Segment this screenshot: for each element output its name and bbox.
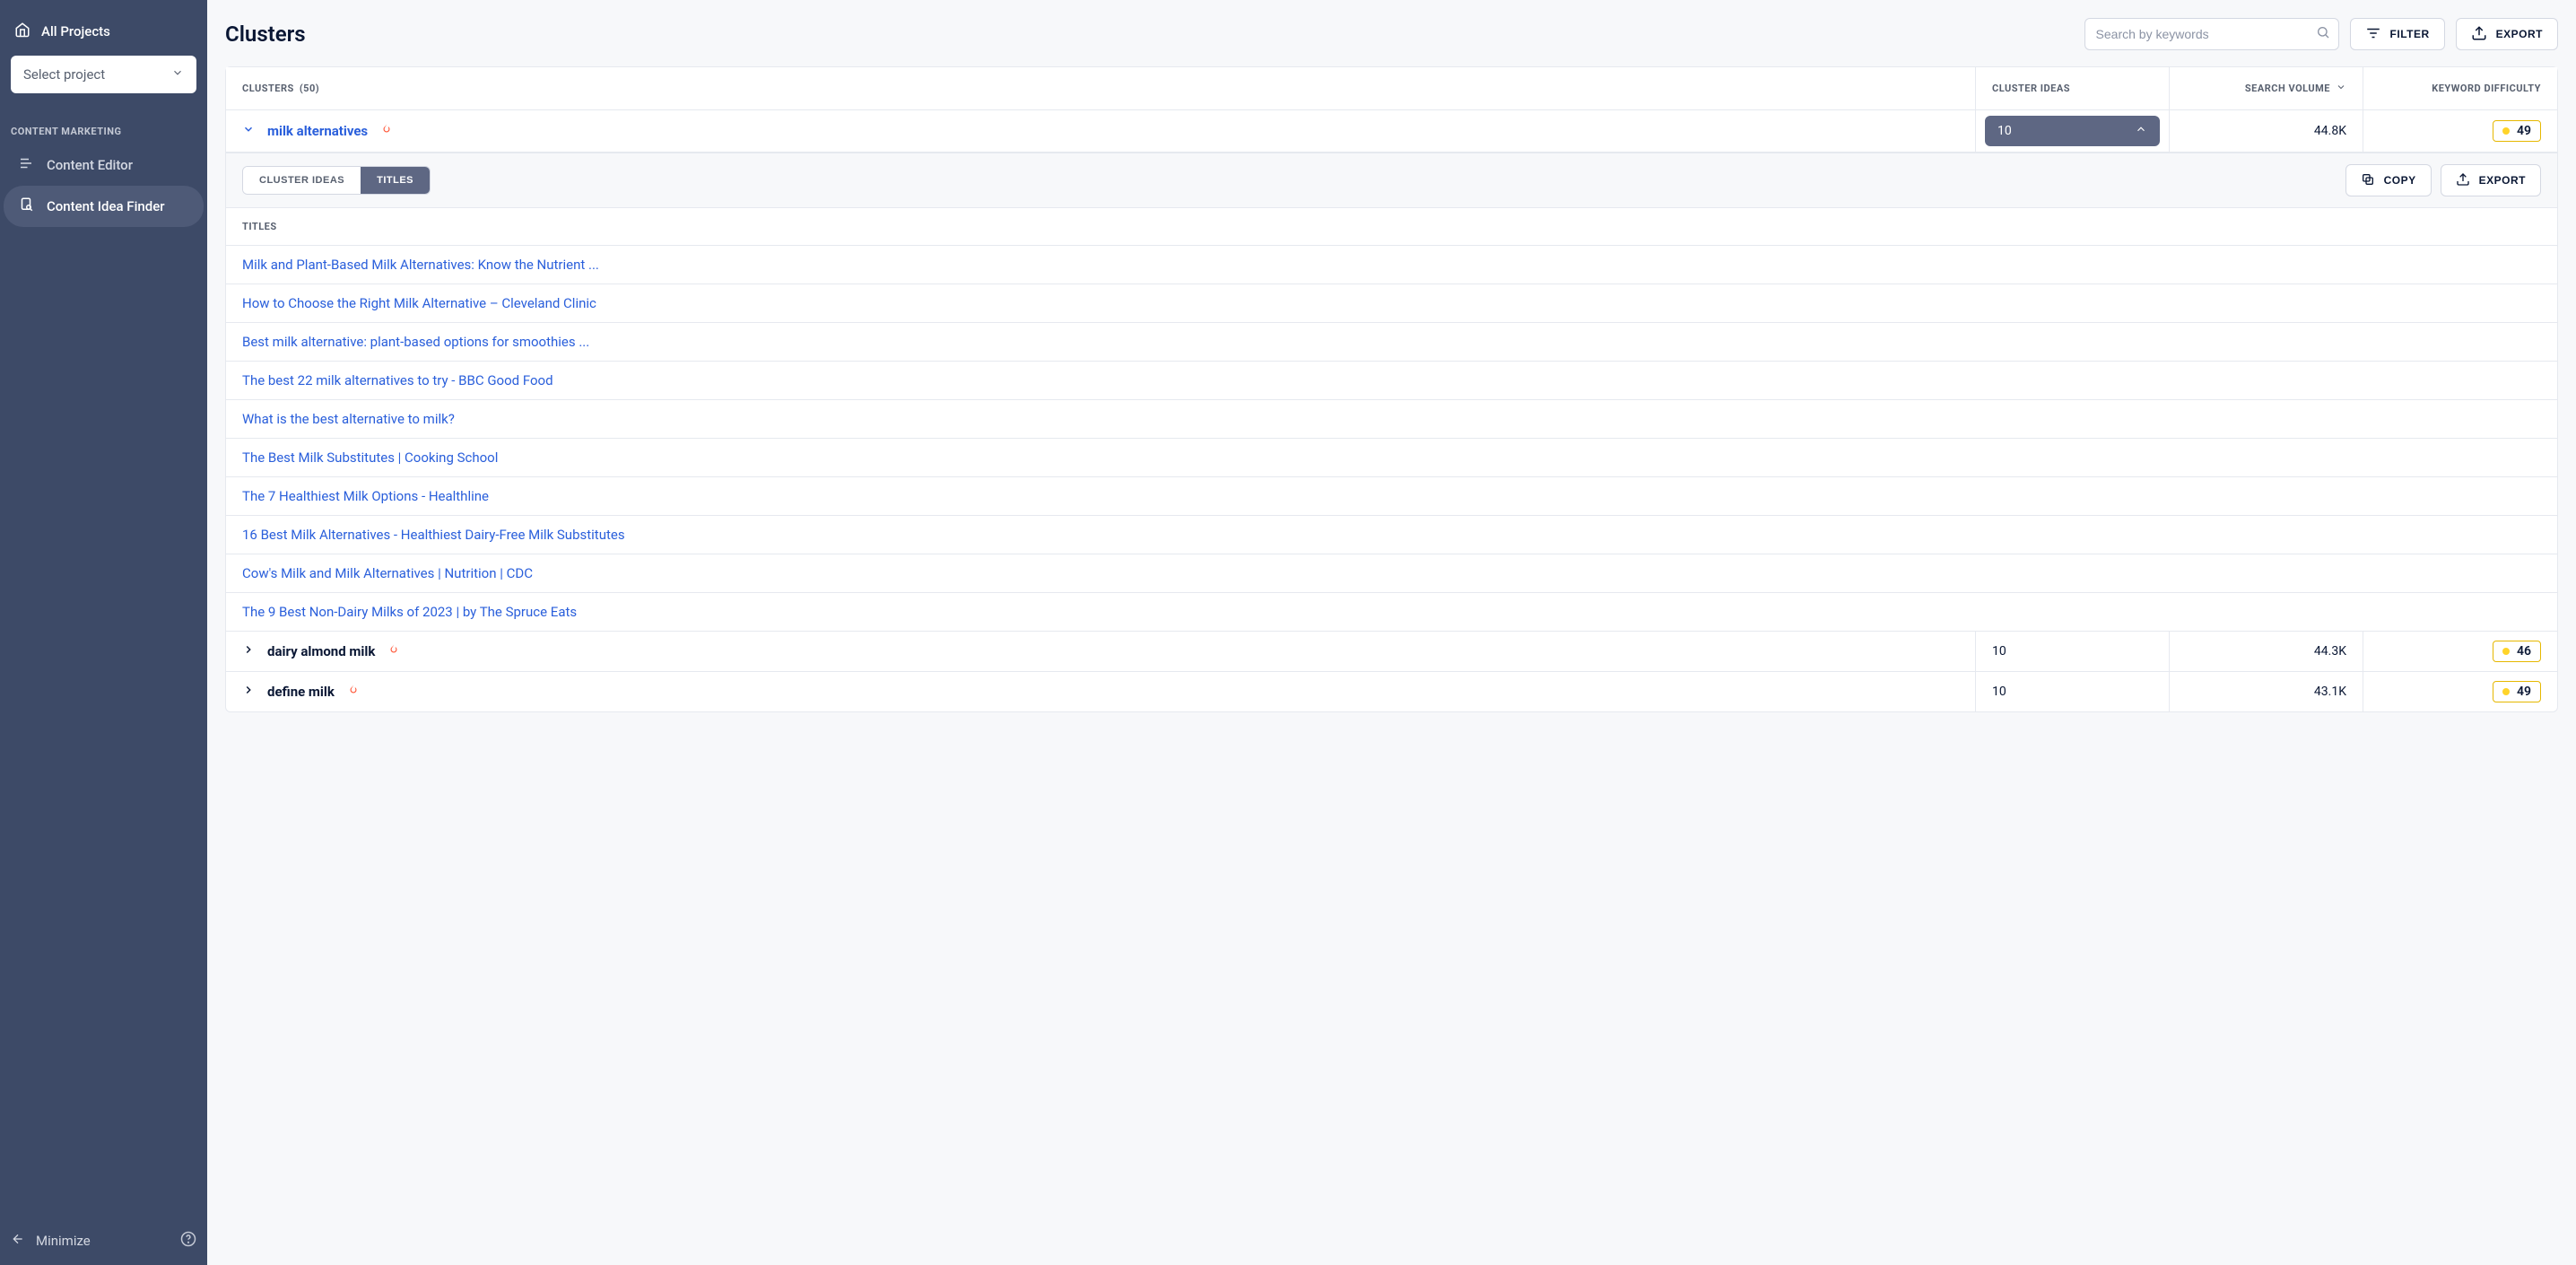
search-volume-value: 44.8K xyxy=(2170,110,2363,152)
kd-dot-icon xyxy=(2502,127,2510,135)
panel-export-label: EXPORT xyxy=(2479,174,2526,187)
title-link[interactable]: Milk and Plant-Based Milk Alternatives: … xyxy=(226,246,2557,284)
title-link[interactable]: The Best Milk Substitutes | Cooking Scho… xyxy=(226,439,2557,477)
kd-dot-icon xyxy=(2502,688,2510,695)
cluster-ideas-toggle[interactable]: 10 xyxy=(1985,637,2160,666)
sidebar: All Projects Select project CONTENT MARK… xyxy=(0,0,207,1265)
search-input[interactable] xyxy=(2084,18,2339,50)
help-icon[interactable] xyxy=(180,1231,196,1251)
arrow-left-icon xyxy=(11,1232,25,1250)
table-row: dairy almond milk 10 44.3K 46 xyxy=(226,632,2557,672)
col-clusters: CLUSTERS (50) xyxy=(226,67,1976,109)
cluster-name[interactable]: dairy almond milk xyxy=(267,643,375,659)
cluster-name[interactable]: milk alternatives xyxy=(267,123,368,139)
upload-icon xyxy=(2471,25,2487,44)
filter-label: FILTER xyxy=(2390,28,2430,40)
sidebar-item-content-idea-finder[interactable]: Content Idea Finder xyxy=(4,186,204,227)
sidebar-section-label: CONTENT MARKETING xyxy=(0,104,207,144)
col-keyword-difficulty: KEYWORD DIFFICULTY xyxy=(2363,67,2557,109)
fire-icon xyxy=(387,642,400,660)
main-content: Clusters FILTER xyxy=(207,0,2576,1265)
ideas-count: 10 xyxy=(1992,685,2006,699)
filter-icon xyxy=(2365,25,2381,44)
fire-icon xyxy=(380,122,393,140)
sidebar-item-label: Content Idea Finder xyxy=(47,198,165,214)
title-link[interactable]: 16 Best Milk Alternatives - Healthiest D… xyxy=(226,516,2557,554)
search-volume-value: 43.1K xyxy=(2170,672,2363,711)
chevron-down-icon xyxy=(171,66,184,83)
home-icon xyxy=(14,22,30,41)
titles-list: Milk and Plant-Based Milk Alternatives: … xyxy=(226,246,2557,631)
chevron-down-icon[interactable] xyxy=(242,123,255,139)
filter-button[interactable]: FILTER xyxy=(2350,18,2445,50)
keyword-difficulty-badge: 49 xyxy=(2493,120,2541,142)
title-link[interactable]: Cow's Milk and Milk Alternatives | Nutri… xyxy=(226,554,2557,593)
title-link[interactable]: The 9 Best Non-Dairy Milks of 2023 | by … xyxy=(226,593,2557,631)
document-icon xyxy=(18,155,34,175)
chevron-down-icon xyxy=(2336,82,2346,95)
title-link[interactable]: What is the best alternative to milk? xyxy=(226,400,2557,439)
project-select-placeholder: Select project xyxy=(23,66,105,83)
keyword-difficulty-badge: 49 xyxy=(2493,681,2541,702)
titles-header: TITLES xyxy=(226,208,2557,246)
tab-cluster-ideas[interactable]: CLUSTER IDEAS xyxy=(243,167,361,194)
cluster-ideas-toggle[interactable]: 10 xyxy=(1985,677,2160,706)
minimize-label: Minimize xyxy=(36,1233,91,1249)
chevron-right-icon[interactable] xyxy=(242,684,255,700)
title-link[interactable]: Best milk alternative: plant-based optio… xyxy=(226,323,2557,362)
chevron-up-icon xyxy=(2135,123,2147,139)
copy-label: COPY xyxy=(2384,174,2416,187)
sidebar-item-label: Content Editor xyxy=(47,157,133,173)
clusters-table: CLUSTERS (50) CLUSTER IDEAS SEARCH VOLUM… xyxy=(225,66,2558,712)
title-link[interactable]: The best 22 milk alternatives to try - B… xyxy=(226,362,2557,400)
segment-control: CLUSTER IDEAS TITLES xyxy=(242,166,431,195)
lightbulb-icon xyxy=(18,196,34,216)
cluster-ideas-toggle[interactable]: 10 xyxy=(1985,116,2160,146)
expanded-panel-row: CLUSTER IDEAS TITLES COPY xyxy=(226,153,2557,632)
sidebar-item-content-editor[interactable]: Content Editor xyxy=(4,144,204,186)
keyword-difficulty-badge: 46 xyxy=(2493,641,2541,662)
all-projects-link[interactable]: All Projects xyxy=(11,16,196,56)
fire-icon xyxy=(347,683,360,701)
panel-export-button[interactable]: EXPORT xyxy=(2441,164,2541,196)
copy-button[interactable]: COPY xyxy=(2345,164,2432,196)
page-title: Clusters xyxy=(225,22,306,47)
all-projects-label: All Projects xyxy=(41,23,110,39)
ideas-count: 10 xyxy=(1997,124,2012,138)
ideas-count: 10 xyxy=(1992,644,2006,659)
export-button[interactable]: EXPORT xyxy=(2456,18,2558,50)
col-cluster-ideas: CLUSTER IDEAS xyxy=(1976,67,2170,109)
table-row: milk alternatives 10 44.8K xyxy=(226,110,2557,153)
minimize-button[interactable]: Minimize xyxy=(11,1232,91,1250)
chevron-right-icon[interactable] xyxy=(242,643,255,659)
export-label: EXPORT xyxy=(2496,28,2543,40)
project-select[interactable]: Select project xyxy=(11,56,196,93)
kd-dot-icon xyxy=(2502,648,2510,655)
search-volume-value: 44.3K xyxy=(2170,632,2363,671)
col-search-volume[interactable]: SEARCH VOLUME xyxy=(2170,67,2363,109)
title-link[interactable]: The 7 Healthiest Milk Options - Healthli… xyxy=(226,477,2557,516)
table-row: define milk 10 43.1K 49 xyxy=(226,672,2557,711)
search-icon xyxy=(2316,25,2330,43)
upload-icon xyxy=(2456,172,2470,189)
cluster-name[interactable]: define milk xyxy=(267,684,335,700)
title-link[interactable]: How to Choose the Right Milk Alternative… xyxy=(226,284,2557,323)
search-box xyxy=(2084,18,2339,50)
copy-icon xyxy=(2361,172,2375,189)
tab-titles[interactable]: TITLES xyxy=(361,167,430,194)
